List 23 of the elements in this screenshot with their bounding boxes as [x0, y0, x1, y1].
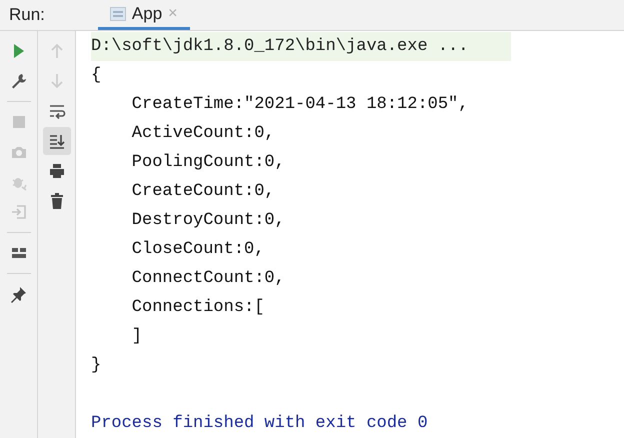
pin-icon	[10, 285, 28, 303]
output-line: CloseCount:0,	[130, 240, 264, 259]
tab-label: App	[132, 2, 162, 25]
output-line: ]	[130, 327, 142, 346]
output-line: }	[91, 356, 102, 375]
command-line: D:\soft\jdk1.8.0_172\bin\java.exe ...	[91, 37, 468, 56]
run-label: Run:	[8, 4, 46, 26]
scroll-to-end-icon	[48, 132, 66, 150]
output-line: PoolingCount:0,	[130, 153, 285, 172]
output-line: DestroyCount:0,	[130, 211, 285, 230]
output-line: CreateTime:"2021-04-13 18:12:05",	[130, 95, 468, 114]
output-line: ConnectCount:0,	[130, 269, 285, 288]
login-icon	[10, 203, 28, 221]
wrench-icon	[10, 72, 28, 90]
soft-wrap-icon	[48, 102, 66, 120]
output-line: ActiveCount:0,	[130, 124, 275, 143]
output-line: {	[91, 66, 102, 85]
exit-message: Process finished with exit code 0	[91, 414, 428, 433]
output-line: Connections:[	[130, 298, 264, 317]
printer-icon	[48, 162, 66, 180]
output-line: CreateCount:0,	[130, 182, 275, 201]
window-icon	[110, 6, 126, 20]
scroll-to-end-button[interactable]	[42, 127, 70, 155]
